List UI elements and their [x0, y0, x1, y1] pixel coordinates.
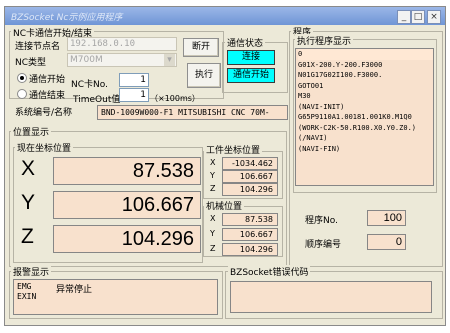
chevron-down-icon[interactable]: ▾ [164, 54, 175, 66]
work-x-value: -1034.462 [222, 157, 278, 170]
program-line: (/NAVI) [298, 134, 328, 142]
alarm-box: EMG EXIN 异常停止 [13, 279, 218, 315]
machine-x-label: X [210, 214, 216, 223]
current-position-label: 现在坐标位置 [15, 141, 74, 154]
window-title: BZSocket Nc示例应用程序 [11, 13, 123, 23]
start-radio[interactable] [17, 73, 27, 83]
prog-no-label: 程序No. [305, 216, 338, 226]
timeout-label: TimeOut值 [73, 95, 121, 105]
alarm-message: 异常停止 [56, 285, 93, 295]
program-line: (WORK-C2K-50.R100.X0.Y0.Z0.) [298, 123, 417, 132]
prog-no-value: 100 [367, 210, 406, 226]
system-label: 系统编号/名称 [15, 108, 73, 118]
machine-position-label: 机械位置 [204, 199, 245, 212]
timeout-input[interactable]: 1 [119, 88, 149, 102]
current-x-label: X [21, 157, 36, 180]
nctype-value: M700M [70, 55, 103, 65]
app-window: BZSocket Nc示例应用程序 _ □ × NC卡通信开始/结束 连接节点名… [4, 6, 446, 326]
disconnect-button[interactable]: 断开 [183, 38, 219, 57]
start-radio-label: 通信开始 [29, 75, 66, 85]
comm-started-indicator: 通信开始 [227, 68, 275, 83]
maximize-button[interactable]: □ [411, 10, 425, 24]
program-line: (NAVI-INIT) [298, 102, 345, 111]
end-radio-label: 通信结束 [29, 91, 66, 101]
timeout-unit: （×100ms） [150, 94, 200, 103]
machine-z-value: 104.296 [222, 243, 278, 256]
work-position-label: 工件坐标位置 [204, 143, 263, 156]
current-z-label: Z [21, 225, 34, 248]
program-line: GOTO01 [298, 81, 324, 90]
node-input[interactable]: 192.168.0.10 [67, 37, 177, 51]
machine-z-label: Z [210, 244, 216, 253]
position-group-label: 位置显示 [11, 125, 52, 138]
error-group-label: BZSocket错误代码 [228, 265, 311, 278]
close-button[interactable]: × [427, 10, 441, 24]
work-z-value: 104.296 [222, 183, 278, 196]
work-y-value: 106.667 [222, 170, 278, 183]
end-radio[interactable] [17, 89, 27, 99]
program-line: M30 [298, 92, 311, 100]
machine-y-label: Y [210, 229, 215, 238]
program-line: G01X-200.Y-200.F3000 [298, 60, 383, 69]
execute-button[interactable]: 执行 [187, 63, 221, 88]
program-line: (NAVI-FIN) [298, 144, 341, 153]
program-line: G65P9110A1.00181.001K0.M1Q0 [298, 113, 412, 121]
ncno-input[interactable]: 1 [119, 73, 149, 87]
machine-x-value: 87.538 [222, 213, 278, 226]
machine-y-value: 106.667 [222, 228, 278, 241]
nctype-label: NC类型 [15, 58, 47, 68]
current-y-value: 106.667 [53, 191, 201, 219]
error-code-box [230, 281, 432, 313]
current-y-label: Y [21, 191, 36, 214]
work-z-label: Z [210, 184, 216, 193]
alarm-code-1: EMG [17, 282, 32, 291]
connected-indicator: 连接 [227, 50, 275, 65]
work-x-label: X [210, 158, 216, 167]
seq-label: 顺序编号 [305, 240, 342, 250]
system-value: BND-1009W000-F1 MITSUBISHI CNC 70M- [97, 105, 288, 120]
work-y-label: Y [210, 171, 215, 180]
program-line: N01G17G02I100.F3000. [298, 71, 383, 79]
ncno-label: NC卡No. [71, 80, 108, 90]
program-line: 0 [298, 49, 433, 60]
minimize-button[interactable]: _ [397, 10, 411, 24]
program-listing[interactable]: 0 G01X-200.Y-200.F3000 N01G17G02I100.F30… [295, 48, 434, 186]
exec-program-label: 执行程序显示 [295, 34, 354, 47]
current-z-value: 104.296 [53, 225, 201, 253]
nctype-select[interactable]: M700M ▾ [67, 53, 177, 67]
status-group-label: 通信状态 [225, 36, 266, 49]
node-label: 连接节点名 [15, 42, 61, 52]
title-bar[interactable]: BZSocket Nc示例应用程序 _ □ × [5, 7, 445, 25]
alarm-group-label: 报警显示 [11, 265, 52, 278]
current-x-value: 87.538 [53, 157, 201, 185]
seq-value: 0 [367, 234, 406, 250]
alarm-code-2: EXIN [17, 292, 37, 301]
